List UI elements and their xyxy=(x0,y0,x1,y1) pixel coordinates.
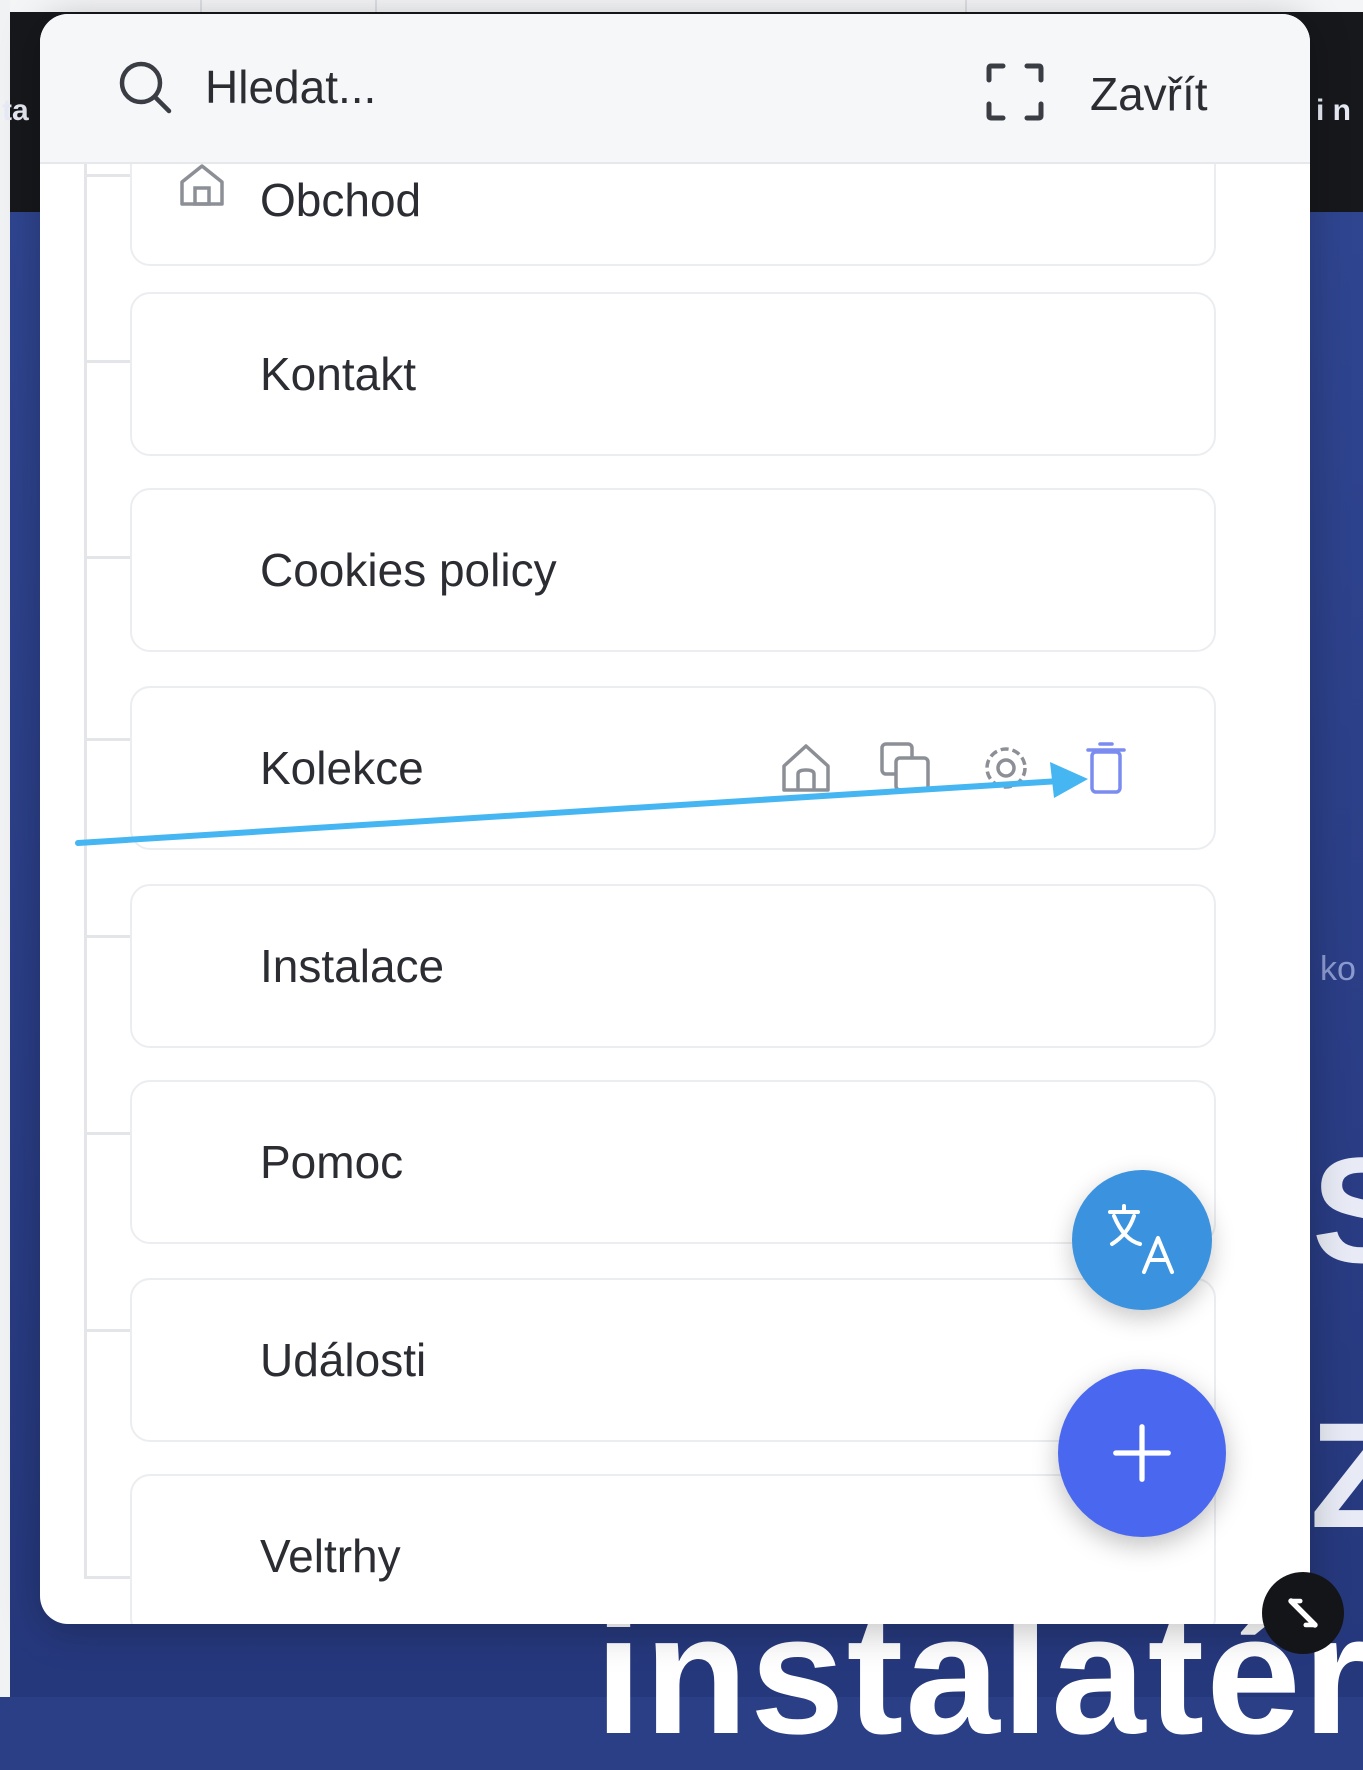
background-text-right-top: i n xyxy=(1316,94,1351,127)
page-item-pomoc[interactable]: Pomoc xyxy=(130,1080,1216,1244)
fullscreen-icon xyxy=(986,63,1044,121)
gear-icon xyxy=(985,747,1027,789)
tree-branch xyxy=(84,1329,130,1332)
page-item-label: Pomoc xyxy=(260,1136,404,1188)
close-button[interactable]: Zavřít xyxy=(1090,66,1208,122)
background-text-right-z: Z xyxy=(1310,1391,1363,1559)
duplicate-page-button[interactable] xyxy=(876,738,936,798)
tree-connector-line xyxy=(84,162,87,1578)
tree-branch xyxy=(84,174,130,177)
fullscreen-button[interactable] xyxy=(985,62,1045,122)
duplicate-icon xyxy=(880,742,930,792)
tree-branch xyxy=(84,935,130,938)
search-icon xyxy=(119,61,172,114)
resize-icon xyxy=(1288,1598,1318,1628)
background-left-strip xyxy=(0,0,10,1697)
background-text-left: ta xyxy=(2,94,29,127)
page-item-label: Události xyxy=(260,1334,427,1386)
tree-branch xyxy=(84,1576,130,1579)
page-item-label: Kontakt xyxy=(260,348,416,400)
tree-branch xyxy=(84,738,130,741)
background-divider xyxy=(200,0,202,12)
home-icon xyxy=(782,744,830,792)
plus-icon xyxy=(1113,1424,1171,1482)
page-item-udalosti[interactable]: Události xyxy=(130,1278,1216,1442)
add-page-button[interactable] xyxy=(1058,1369,1226,1537)
translate-icon xyxy=(1108,1204,1174,1274)
delete-page-button[interactable] xyxy=(1076,738,1136,798)
page-item-veltrhy[interactable]: Veltrhy xyxy=(130,1474,1216,1624)
page-item-label: Obchod xyxy=(260,174,422,226)
trash-icon xyxy=(1086,742,1126,794)
tree-branch xyxy=(84,1132,130,1135)
page-item-label: Cookies policy xyxy=(260,544,557,596)
page-item-label: Instalace xyxy=(260,940,445,992)
tree-branch xyxy=(84,556,130,559)
page-item-label: Kolekce xyxy=(260,742,424,794)
translate-button[interactable] xyxy=(1072,1170,1212,1310)
page-item-label: Veltrhy xyxy=(260,1530,401,1582)
page-item-instalace[interactable]: Instalace xyxy=(130,884,1216,1048)
background-top-strip xyxy=(0,0,1363,12)
page-item-kontakt[interactable]: Kontakt xyxy=(130,292,1216,456)
page-item-obchod[interactable]: Obchod xyxy=(130,162,1216,266)
home-icon xyxy=(180,164,224,206)
background-text-right-mid: ko xyxy=(1320,950,1356,988)
page-item-cookies-policy[interactable]: Cookies policy xyxy=(130,488,1216,652)
resize-handle[interactable] xyxy=(1262,1572,1344,1654)
background-divider xyxy=(965,0,967,12)
tree-branch xyxy=(84,360,130,363)
panel-header: Zavřít xyxy=(40,14,1310,164)
search-input[interactable] xyxy=(205,54,805,120)
page-item-kolekce[interactable]: Kolekce xyxy=(130,686,1216,850)
set-homepage-button[interactable] xyxy=(776,738,836,798)
page-item-actions xyxy=(776,738,1156,798)
background-text-right-s: S xyxy=(1312,1126,1363,1294)
background-divider xyxy=(375,0,377,12)
page-settings-button[interactable] xyxy=(976,738,1036,798)
